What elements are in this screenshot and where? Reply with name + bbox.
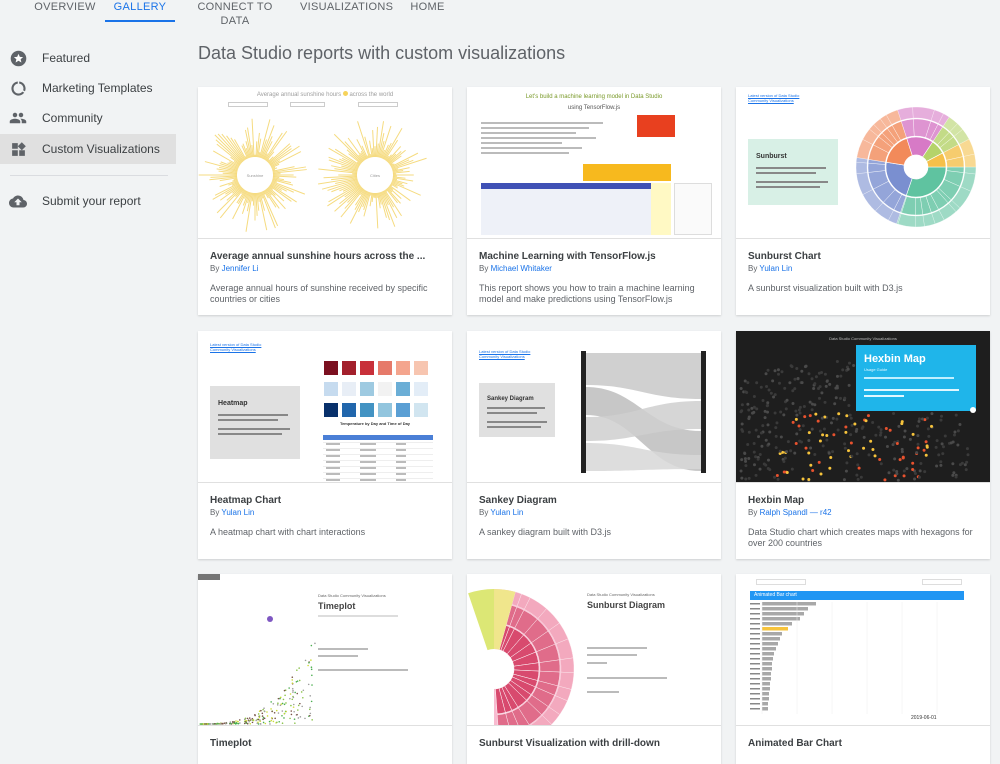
people-icon [9,109,27,127]
timeplot-scatter [198,574,452,726]
card-title[interactable]: Sankey Diagram [479,495,711,506]
sankey-diagram [467,331,721,483]
report-card-sunburst[interactable]: Latest version of Data Studio Community … [736,87,990,315]
card-title[interactable]: Hexbin Map [748,495,980,506]
sunburst-drilldown-chart [467,574,721,726]
sidebar-item-submit-report[interactable]: Submit your report [0,186,176,216]
tab-overview[interactable]: OVERVIEW [32,0,98,22]
sidebar-item-label: Featured [42,51,90,65]
report-thumbnail: Latest version of Data Studio Community … [467,331,721,483]
card-author-line: By Yulan Lin [210,508,254,517]
sidebar-item-custom-visualizations[interactable]: Custom Visualizations [0,134,176,164]
thumb-subheading: using TensorFlow.js [467,105,721,111]
report-thumbnail: Latest version of Data Studio Community … [198,331,452,483]
sunburst-chart [736,87,990,239]
report-thumbnail: Data Studio Community Visualizations Hex… [736,331,990,483]
tab-connect-to-data[interactable]: CONNECT TO DATA [185,0,285,22]
card-title[interactable]: Timeplot [210,738,442,749]
thumb-heading: Let's build a machine learning model in … [467,94,721,100]
cloud-upload-icon [9,192,27,210]
card-title[interactable]: Average annual sunshine hours across the… [210,251,442,262]
tab-home[interactable]: HOME [405,0,450,22]
card-description: A sankey diagram built with D3.js [479,527,711,538]
card-author-line: By Michael Whitaker [479,264,552,273]
report-card-animated-bar[interactable]: Animated Bar chart 2019-06-01 Animated B… [736,574,990,764]
thumb-date: 2019-06-01 [911,715,937,721]
card-title[interactable]: Sunburst Chart [748,251,980,262]
card-description: Average annual hours of sunshine receive… [210,283,442,305]
report-thumbnail: Data Studio Community Visualizations Sun… [467,574,721,726]
report-card-sunburst-drilldown[interactable]: Data Studio Community Visualizations Sun… [467,574,721,764]
widgets-icon [9,140,27,158]
author-link[interactable]: Yulan Lin [221,508,254,517]
report-card-sankey[interactable]: Latest version of Data Studio Community … [467,331,721,559]
card-title[interactable]: Machine Learning with TensorFlow.js [479,251,711,262]
card-author-line: By Yulan Lin [748,264,792,273]
report-card-hexbin-map[interactable]: Data Studio Community Visualizations Hex… [736,331,990,559]
card-author-line: By Yulan Lin [479,508,523,517]
card-title[interactable]: Heatmap Chart [210,495,442,506]
sidebar-item-label: Marketing Templates [42,81,153,95]
report-thumbnail: Data Studio Community Visualizations Tim… [198,574,452,726]
sidebar-item-marketing-templates[interactable]: Marketing Templates [0,73,176,103]
card-description: A heatmap chart with chart interactions [210,527,442,538]
sidebar-divider [10,175,168,176]
card-description: This report shows you how to train a mac… [479,283,711,305]
top-nav: OVERVIEW GALLERY CONNECT TO DATA VISUALI… [0,0,1000,22]
report-card-tensorflow[interactable]: Let's build a machine learning model in … [467,87,721,315]
thumb-left-label: Sunshine [247,173,264,178]
card-title[interactable]: Sunburst Visualization with drill-down [479,738,711,749]
author-link[interactable]: Yulan Lin [490,508,523,517]
thumb-heading: Hexbin Map [864,353,926,365]
animated-bar-chart: 2019-06-01 [736,574,990,726]
report-card-timeplot[interactable]: Data Studio Community Visualizations Tim… [198,574,452,764]
report-thumbnail: Let's build a machine learning model in … [467,87,721,239]
report-thumbnail: Latest version of Data Studio Community … [736,87,990,239]
tab-gallery[interactable]: GALLERY [105,0,175,22]
sidebar-item-label: Custom Visualizations [42,142,160,156]
card-description: Data Studio chart which creates maps wit… [748,527,980,549]
report-thumbnail: Animated Bar chart 2019-06-01 [736,574,990,726]
page-title: Data Studio reports with custom visualiz… [198,43,565,64]
sidebar-item-community[interactable]: Community [0,103,176,133]
sidebar-item-featured[interactable]: Featured [0,43,176,73]
tab-visualizations[interactable]: VISUALIZATIONS [300,0,390,22]
sunshine-radial-chart: Sunshine Cities [198,87,452,239]
thumb-right-label: Cities [370,173,380,178]
star-icon [9,49,27,67]
sidebar-item-label: Submit your report [42,194,141,208]
card-author-line: By Jennifer Li [210,264,259,273]
report-thumbnail: Average annual sunshine hours across the… [198,87,452,239]
sidebar-item-label: Community [42,111,103,125]
heatmap-grid: Temperature by Day and Time of Day [198,331,452,483]
author-link[interactable]: Jennifer Li [222,264,259,273]
report-card-heatmap[interactable]: Latest version of Data Studio Community … [198,331,452,559]
thumb-subheading: Usage Guide [864,367,887,372]
author-link[interactable]: Ralph Spandl — r42 [760,508,832,517]
card-author-line: By Ralph Spandl — r42 [748,508,832,517]
donut-icon [9,79,27,97]
card-title[interactable]: Animated Bar Chart [748,738,980,749]
author-link[interactable]: Michael Whitaker [491,264,552,273]
thumb-caption: Temperature by Day and Time of Day [340,421,411,426]
card-description: A sunburst visualization built with D3.j… [748,283,980,294]
report-card-sunshine[interactable]: Average annual sunshine hours across the… [198,87,452,315]
author-link[interactable]: Yulan Lin [759,264,792,273]
